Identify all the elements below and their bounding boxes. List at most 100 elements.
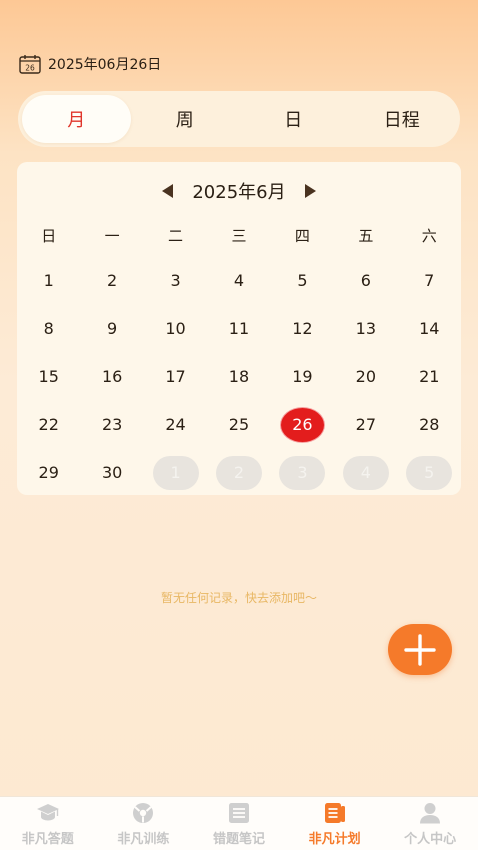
day-cell[interactable]: 17 — [144, 352, 207, 400]
day-cell-next-month[interactable]: 5 — [398, 449, 461, 497]
month-navigator: 2025年6月 — [17, 176, 461, 206]
day-cell-next-month[interactable]: 2 — [207, 449, 270, 497]
tab-label: 非凡训练 — [117, 832, 170, 847]
day-grid: 1 2 3 4 5 6 7 8 9 10 11 12 13 14 15 16 17 18 19 20 21 22 23 24 2… — [17, 256, 461, 497]
add-plan-button[interactable] — [388, 624, 452, 675]
day-number: 2 — [215, 455, 262, 490]
view-switcher: 月 周 日 日程 — [18, 91, 460, 147]
day-number: 30 — [101, 463, 123, 483]
day-cell[interactable]: 13 — [334, 304, 397, 352]
day-number: 6 — [360, 270, 371, 290]
day-cell[interactable]: 8 — [17, 304, 80, 352]
weekday-label: 五 — [358, 227, 374, 245]
prev-month-button[interactable] — [158, 181, 178, 201]
weekday-label: 三 — [231, 227, 247, 245]
day-number: 29 — [38, 463, 59, 483]
tab-month[interactable]: 月 — [22, 95, 131, 143]
day-number: 1 — [43, 270, 54, 290]
day-cell[interactable]: 14 — [398, 304, 461, 352]
weekday-label: 日 — [41, 227, 57, 245]
weekday-label: 六 — [421, 227, 437, 245]
day-cell[interactable]: 29 — [17, 449, 80, 497]
day-cell[interactable]: 1 — [17, 256, 80, 304]
day-number: 8 — [43, 318, 54, 338]
tab-plan[interactable]: 非凡计划 — [287, 797, 383, 850]
day-number: 3 — [279, 455, 326, 490]
day-cell[interactable]: 2 — [80, 256, 143, 304]
day-cell-next-month[interactable]: 3 — [271, 449, 334, 497]
day-cell[interactable]: 28 — [398, 401, 461, 449]
day-number: 10 — [165, 318, 186, 338]
day-cell[interactable]: 21 — [398, 352, 461, 400]
weekday-label: 二 — [168, 227, 184, 245]
weekday-header: 日 一 二 三 四 五 六 — [17, 224, 461, 248]
day-number: 7 — [424, 270, 435, 290]
person-icon — [420, 803, 441, 824]
day-cell[interactable]: 5 — [271, 256, 334, 304]
triangle-right-icon — [304, 184, 316, 198]
day-cell[interactable]: 3 — [144, 256, 207, 304]
day-cell-today[interactable]: 26 — [271, 401, 334, 449]
tab-notes[interactable]: 错题笔记 — [191, 797, 287, 850]
day-cell[interactable]: 10 — [144, 304, 207, 352]
day-cell[interactable]: 16 — [80, 352, 143, 400]
day-number: 26 — [279, 406, 325, 443]
tab-schedule[interactable]: 日程 — [348, 95, 457, 143]
day-cell[interactable]: 6 — [334, 256, 397, 304]
day-number: 11 — [228, 318, 250, 338]
day-number: 5 — [406, 455, 453, 490]
day-number: 28 — [419, 415, 440, 435]
day-number: 16 — [101, 366, 123, 386]
plus-icon — [404, 633, 436, 666]
day-cell[interactable]: 9 — [80, 304, 143, 352]
day-cell[interactable]: 15 — [17, 352, 80, 400]
day-number: 1 — [152, 455, 199, 490]
day-cell-next-month[interactable]: 1 — [144, 449, 207, 497]
day-number: 27 — [355, 415, 377, 435]
day-cell[interactable]: 23 — [80, 401, 143, 449]
day-number: 14 — [419, 318, 440, 338]
tab-training[interactable]: 非凡训练 — [96, 797, 192, 850]
day-cell[interactable]: 25 — [207, 401, 270, 449]
day-number: 23 — [101, 415, 123, 435]
tab-week[interactable]: 周 — [131, 95, 240, 143]
next-month-button[interactable] — [300, 181, 320, 201]
day-cell[interactable]: 7 — [398, 256, 461, 304]
day-cell[interactable]: 18 — [207, 352, 270, 400]
day-number: 18 — [228, 366, 250, 386]
triangle-left-icon — [162, 184, 174, 198]
calendar-card: 2025年6月 日 一 二 三 四 五 六 1 2 3 4 5 6 7 8 9 10 11 12 13 1… — [17, 162, 461, 495]
day-cell[interactable]: 20 — [334, 352, 397, 400]
day-number: 4 — [233, 270, 245, 290]
day-number: 4 — [342, 455, 389, 490]
day-cell[interactable]: 24 — [144, 401, 207, 449]
day-number: 5 — [297, 270, 308, 290]
day-cell[interactable]: 27 — [334, 401, 397, 449]
day-cell[interactable]: 11 — [207, 304, 270, 352]
tab-label: 非凡答题 — [21, 832, 74, 847]
day-cell-next-month[interactable]: 4 — [334, 449, 397, 497]
day-number: 22 — [38, 415, 59, 435]
day-cell[interactable]: 22 — [17, 401, 80, 449]
day-cell[interactable]: 4 — [207, 256, 270, 304]
day-number: 17 — [165, 366, 186, 386]
day-number: 15 — [38, 366, 59, 386]
bottom-tab-bar: 非凡答题 非凡训练 错题笔记 非凡计划 个人中心 — [0, 796, 478, 850]
day-number: 24 — [165, 415, 186, 435]
day-cell[interactable]: 12 — [271, 304, 334, 352]
calendar-icon: 26 — [19, 55, 41, 74]
day-cell[interactable]: 30 — [80, 449, 143, 497]
tab-label: 个人中心 — [404, 832, 457, 847]
tab-label: 非凡计划 — [308, 832, 361, 847]
date-header: 26 2025年06月26日 — [19, 53, 161, 75]
tab-profile[interactable]: 个人中心 — [382, 797, 478, 850]
tab-answer[interactable]: 非凡答题 — [0, 797, 96, 850]
tab-day[interactable]: 日 — [239, 95, 348, 143]
weekday-label: 四 — [294, 227, 310, 245]
current-date: 2025年06月26日 — [48, 57, 162, 73]
day-number: 13 — [355, 318, 377, 338]
empty-state-message: 暂无任何记录，快去添加吧～ — [160, 591, 317, 605]
plan-list-icon — [324, 803, 345, 823]
notebook-icon — [228, 803, 249, 823]
day-cell[interactable]: 19 — [271, 352, 334, 400]
